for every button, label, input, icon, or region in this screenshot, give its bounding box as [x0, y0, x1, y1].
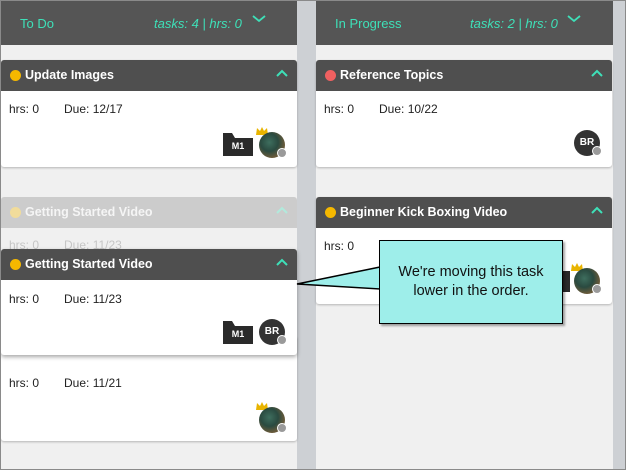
column-stats: tasks: 4 | hrs: 0 — [154, 16, 242, 31]
chevron-up-icon — [276, 206, 288, 214]
presence-status-dot — [592, 146, 602, 156]
chevron-down-icon[interactable] — [566, 13, 582, 25]
column-header-to-do[interactable]: To Do tasks: 4 | hrs: 0 — [1, 1, 297, 45]
callout-tooltip: We're moving this task lower in the orde… — [379, 240, 563, 324]
task-card-update-images[interactable]: Update Images hrs: 0 Due: 12/17 M1 — [1, 60, 297, 167]
card-title: Reference Topics — [340, 68, 444, 82]
card-due-date: Due: 10/22 — [379, 102, 438, 116]
task-card-ghost: Getting Started Video hrs: 0 Due: 11/23 — [1, 197, 297, 257]
priority-dot — [325, 207, 336, 218]
priority-dot — [10, 70, 21, 81]
card-title: Getting Started Video — [25, 257, 153, 271]
card-hours: hrs: 0 — [9, 292, 40, 306]
card-hours: hrs: 0 — [324, 102, 355, 116]
column-title: To Do — [20, 16, 54, 31]
card-meta: hrs: 0 Due: 11/23 — [9, 292, 122, 306]
presence-status-dot — [277, 335, 287, 345]
folder-icon[interactable]: M1 — [223, 320, 253, 344]
folder-icon[interactable]: M1 — [223, 132, 253, 156]
card-title: Update Images — [25, 68, 114, 82]
card-header[interactable]: Reference Topics — [316, 60, 612, 91]
column-to-do: To Do tasks: 4 | hrs: 0 Update Images hr… — [1, 1, 297, 469]
card-header[interactable]: Getting Started Video — [1, 249, 297, 280]
ghost-card-header: Getting Started Video — [1, 197, 297, 228]
card-meta: hrs: 0 — [324, 239, 354, 253]
chevron-up-icon[interactable] — [591, 69, 603, 78]
column-stats: tasks: 2 | hrs: 0 — [470, 16, 558, 31]
chevron-up-icon[interactable] — [276, 258, 288, 267]
card-due-date: Due: 11/23 — [64, 292, 122, 306]
priority-dot — [10, 259, 21, 270]
folder-label: M1 — [231, 141, 245, 151]
chevron-up-icon[interactable] — [591, 206, 603, 215]
column-in-progress: In Progress tasks: 2 | hrs: 0 Reference … — [316, 1, 613, 469]
presence-status-dot — [592, 284, 602, 294]
task-card-reference-topics[interactable]: Reference Topics hrs: 0 Due: 10/22 BR — [316, 60, 612, 167]
card-title: Getting Started Video — [25, 205, 153, 219]
card-header[interactable]: Beginner Kick Boxing Video — [316, 197, 612, 228]
presence-status-dot — [277, 148, 287, 158]
card-due-date: Due: 12/17 — [64, 102, 123, 116]
column-title: In Progress — [335, 16, 402, 31]
card-meta: hrs: 0 Due: 12/17 — [9, 102, 123, 116]
card-header[interactable]: Update Images — [1, 60, 297, 91]
card-meta: hrs: 0 Due: 11/21 — [9, 376, 122, 390]
card-meta: hrs: 0 Due: 10/22 — [324, 102, 438, 116]
folder-label: M1 — [231, 329, 245, 339]
callout-pointer — [296, 266, 381, 290]
callout-text: We're moving this task lower in the orde… — [398, 264, 544, 299]
card-title: Beginner Kick Boxing Video — [340, 205, 508, 219]
presence-status-dot — [277, 423, 287, 433]
task-card-getting-started-dragging[interactable]: Getting Started Video hrs: 0 Due: 11/23 M… — [1, 249, 297, 355]
card-hours: hrs: 0 — [9, 102, 40, 116]
card-hours: hrs: 0 — [9, 376, 40, 390]
callout-pointer-cover — [380, 269, 383, 289]
column-gutter-right — [613, 1, 625, 469]
priority-dot — [325, 70, 336, 81]
kanban-board: To Do tasks: 4 | hrs: 0 Update Images hr… — [0, 0, 626, 470]
column-gutter — [297, 1, 316, 469]
chevron-down-icon[interactable] — [251, 13, 267, 25]
priority-dot — [10, 207, 21, 218]
chevron-up-icon[interactable] — [276, 69, 288, 78]
card-hours: hrs: 0 — [324, 239, 355, 253]
card-due-date: Due: 11/21 — [64, 376, 122, 390]
column-header-in-progress[interactable]: In Progress tasks: 2 | hrs: 0 — [316, 1, 613, 45]
